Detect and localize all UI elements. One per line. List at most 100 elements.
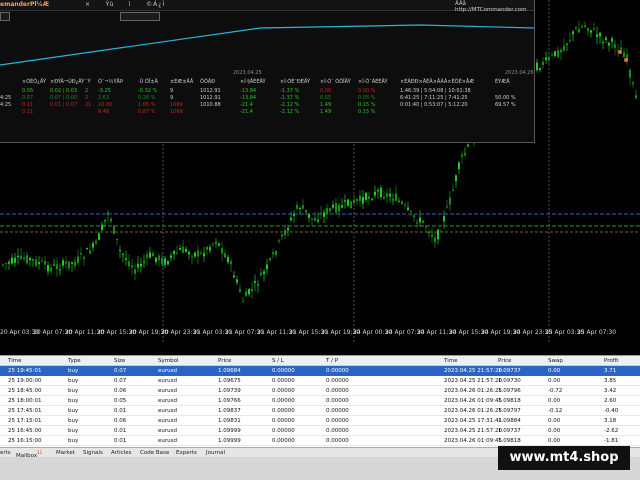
candle	[251, 281, 253, 299]
candle	[437, 228, 439, 245]
column-header[interactable]: Swap	[548, 358, 563, 364]
candle	[308, 213, 310, 222]
panel-stat-value: 9	[170, 95, 174, 101]
candle	[368, 191, 370, 206]
candle	[152, 250, 154, 257]
table-row[interactable]: 25 16:45:00 buy 0.01 eurusd 1.09999 0.00000 0.…	[0, 426, 640, 436]
panel-stat-value: 1012.91	[200, 88, 221, 94]
terminal-tab[interactable]: Journal	[206, 450, 225, 456]
candle	[296, 201, 298, 211]
table-cell: buy	[68, 368, 79, 374]
candle	[380, 185, 382, 200]
candle	[191, 253, 193, 265]
column-header[interactable]: Profit	[604, 358, 618, 364]
table-cell: 1.09675	[218, 378, 241, 384]
column-header[interactable]: Price	[218, 358, 231, 364]
candle	[455, 174, 457, 188]
candle	[629, 68, 631, 85]
table-cell: 25 19:45:01	[8, 368, 42, 374]
panel-header-cell: ×ÐÝÂ¬ÙÐ¿ÄÝ	[50, 79, 85, 85]
table-cell: 0.00000	[326, 378, 349, 384]
candle	[20, 247, 22, 261]
candle	[440, 229, 442, 233]
table-cell: 3.18	[604, 418, 617, 424]
table-cell: 0.00000	[326, 398, 349, 404]
table-cell: 0.01	[114, 438, 127, 444]
panel-header-cell: ×Í·§ÅÉÉÄÝ	[240, 79, 266, 85]
table-cell: 0.06	[114, 418, 127, 424]
table-row[interactable]: 25 19:00:00 buy 0.07 eurusd 1.09675 0.00000 0.…	[0, 376, 640, 386]
column-header[interactable]: Price	[498, 358, 511, 364]
panel-stat-value: 0:01:40 | 0:53:07 | 5:12:20	[400, 102, 468, 108]
candle	[146, 250, 148, 266]
panel-stat-value: -0.32 %	[138, 88, 158, 94]
candle	[608, 41, 610, 52]
terminal-tab[interactable]: erts	[0, 450, 11, 456]
panel-stat-value: 0.00 %	[358, 88, 376, 94]
trade-history-table[interactable]: Time Type Size Symbol Price S / L T / P Time Pri…	[0, 355, 640, 447]
panel-stat-value: -1.37 %	[280, 88, 300, 94]
panel-stat-value: 1010.88	[200, 102, 221, 108]
terminal-tab[interactable]: Code Base	[140, 450, 169, 456]
candle	[290, 211, 292, 223]
candle	[587, 27, 589, 37]
candle	[236, 275, 238, 285]
candle	[194, 251, 196, 259]
column-header[interactable]: Size	[114, 358, 125, 364]
candle	[35, 255, 37, 268]
candle	[275, 250, 277, 258]
panel-header-cell: ÔÖÂÐ	[200, 79, 216, 85]
table-cell: 1.09837	[218, 408, 241, 414]
candle	[101, 221, 103, 231]
column-header[interactable]: Time	[444, 358, 457, 364]
terminal-tab[interactable]: Articles	[111, 450, 132, 456]
panel-stat-value: 0.05 %	[358, 95, 376, 101]
candle	[572, 30, 574, 42]
candle	[359, 189, 361, 207]
column-header[interactable]: T / P	[326, 358, 338, 364]
table-cell: 0.00000	[326, 418, 349, 424]
table-cell: 25 16:45:00	[8, 428, 42, 434]
panel-stat-value: 1.49	[320, 109, 332, 115]
table-row[interactable]: 25 18:45:00 buy 0.06 eurusd 1.09739 0.00000 0.…	[0, 386, 640, 396]
table-cell: 25 18:00:01	[8, 398, 42, 404]
candle	[80, 247, 82, 260]
terminal-tab[interactable]: Market	[56, 450, 75, 456]
candle	[164, 255, 166, 269]
terminal-tab[interactable]: Signals	[83, 450, 103, 456]
candle	[581, 24, 583, 29]
candle	[620, 39, 622, 51]
candle	[362, 190, 364, 209]
table-cell: 0.00000	[326, 428, 349, 434]
panel-stat-value: 0.07 | 0.00	[50, 95, 78, 101]
table-cell: 1.09684	[218, 368, 241, 374]
candle	[338, 202, 340, 218]
column-header[interactable]: Symbol	[158, 358, 179, 364]
candle	[398, 197, 400, 203]
table-cell: buy	[68, 418, 79, 424]
panel-stat-value: 6:41:25 | 7:11:25 | 7:41:25	[400, 95, 468, 101]
candle	[539, 67, 541, 73]
table-row[interactable]: 25 16:15:00 buy 0.01 eurusd 1.09999 0.00000 0.…	[0, 436, 640, 446]
table-cell: 0.00000	[272, 438, 295, 444]
table-cell: 2023.04.26 01:09:45	[444, 398, 502, 404]
table-header-row: Time Type Size Symbol Price S / L T / P Time Pri…	[0, 356, 640, 366]
candle	[560, 47, 562, 61]
candle	[311, 218, 313, 226]
terminal-tab[interactable]: Experts	[176, 450, 197, 456]
candle	[11, 253, 13, 266]
candle	[353, 194, 355, 204]
table-cell: 2023.04.26 01:09:45	[444, 438, 502, 444]
table-row[interactable]: 25 18:00:01 buy 0.05 eurusd 1.09766 0.00000 0.…	[0, 396, 640, 406]
table-row[interactable]: 25 19:45:01 buy 0.07 eurusd 1.09684 0.00000 0.…	[0, 366, 640, 376]
column-header[interactable]: S / L	[272, 358, 284, 364]
table-row[interactable]: 25 17:15:01 buy 0.06 eurusd 1.09831 0.00000 0.…	[0, 416, 640, 426]
table-cell: buy	[68, 438, 79, 444]
table-row[interactable]: 25 17:45:01 buy 0.01 eurusd 1.09837 0.00000 0.…	[0, 406, 640, 416]
column-header[interactable]: Time	[8, 358, 21, 364]
table-cell: 2023.04.25 21:57:20	[444, 428, 502, 434]
candle	[44, 255, 46, 270]
column-header[interactable]: Type	[68, 358, 81, 364]
candle	[284, 226, 286, 240]
candle	[374, 185, 376, 199]
